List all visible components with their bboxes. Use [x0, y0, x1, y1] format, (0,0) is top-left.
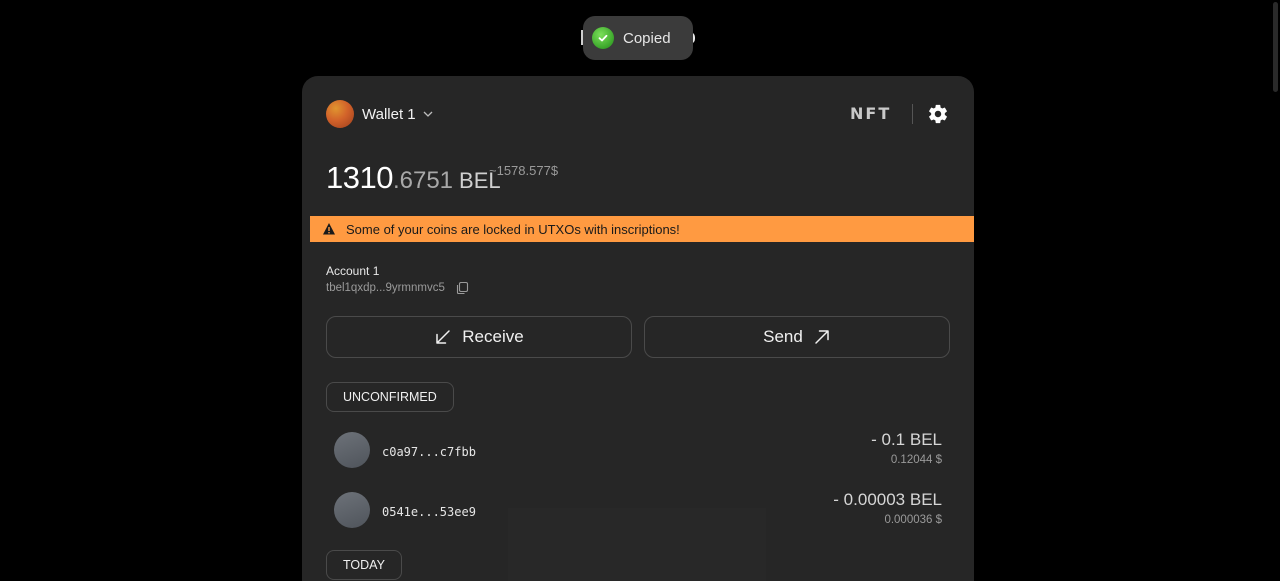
balance-amount: 1310.6751 BEL — [326, 160, 501, 200]
transaction-usd: 0.12044 $ — [890, 454, 942, 466]
check-circle-icon — [592, 27, 614, 49]
nft-button[interactable]: NFT — [850, 104, 891, 124]
receive-button-label: Receive — [462, 327, 524, 346]
transaction-amount: - 0.1 BEL — [871, 430, 942, 449]
inscriptions-warning-banner: Some of your coins are locked in UTXOs w… — [310, 216, 974, 242]
warning-text: Some of your coins are locked in UTXOs w… — [346, 221, 680, 237]
copied-toast: Copied — [583, 16, 693, 60]
section-unconfirmed: UNCONFIRMED — [326, 382, 454, 412]
balance-usd: ~1578.577$ — [489, 163, 559, 178]
toast-message: Copied — [623, 29, 671, 47]
transaction-row[interactable]: c0a97...c7fbb - 0.1 BEL 0.12044 $ — [334, 430, 942, 470]
wallet-avatar — [326, 100, 354, 128]
transaction-avatar — [334, 432, 370, 468]
send-button[interactable]: Send — [644, 316, 950, 358]
transaction-amount: - 0.00003 BEL — [833, 490, 942, 509]
receive-button[interactable]: Receive — [326, 316, 632, 358]
send-button-label: Send — [763, 327, 803, 346]
account-name: Account 1 — [326, 264, 380, 278]
account-address-text: tbel1qxdp...9yrmnmvc5 — [326, 282, 445, 294]
transaction-usd: 0.000036 $ — [884, 514, 942, 526]
arrow-down-left-icon — [436, 330, 451, 344]
wallet-selector[interactable]: Wallet 1 — [326, 100, 433, 128]
gear-icon[interactable] — [927, 103, 949, 125]
account-address: tbel1qxdp...9yrmnmvc5 — [326, 281, 469, 295]
copy-icon[interactable] — [455, 281, 469, 295]
warning-triangle-icon — [323, 223, 335, 235]
chevron-down-icon — [423, 111, 433, 117]
balance-integer: 1310 — [326, 160, 393, 195]
wallet-name: Wallet 1 — [362, 105, 416, 123]
header-divider — [912, 104, 913, 124]
transaction-avatar — [334, 492, 370, 528]
balance-fraction: .6751 — [392, 167, 454, 194]
page-scrollbar[interactable] — [1273, 2, 1278, 92]
transaction-id: c0a97...c7fbb — [382, 445, 476, 459]
page: Copied Wallet 1 NFT 1310.6751 BEL ~1578.5… — [0, 0, 1280, 581]
wallet-card: Wallet 1 NFT 1310.6751 BEL ~1578.577$ Som… — [302, 76, 974, 581]
arrow-up-right-icon — [815, 330, 829, 344]
transaction-row[interactable]: 0541e...53ee9 - 0.00003 BEL 0.000036 $ — [334, 490, 942, 530]
section-today: TODAY — [326, 550, 402, 580]
transaction-id: 0541e...53ee9 — [382, 505, 476, 519]
